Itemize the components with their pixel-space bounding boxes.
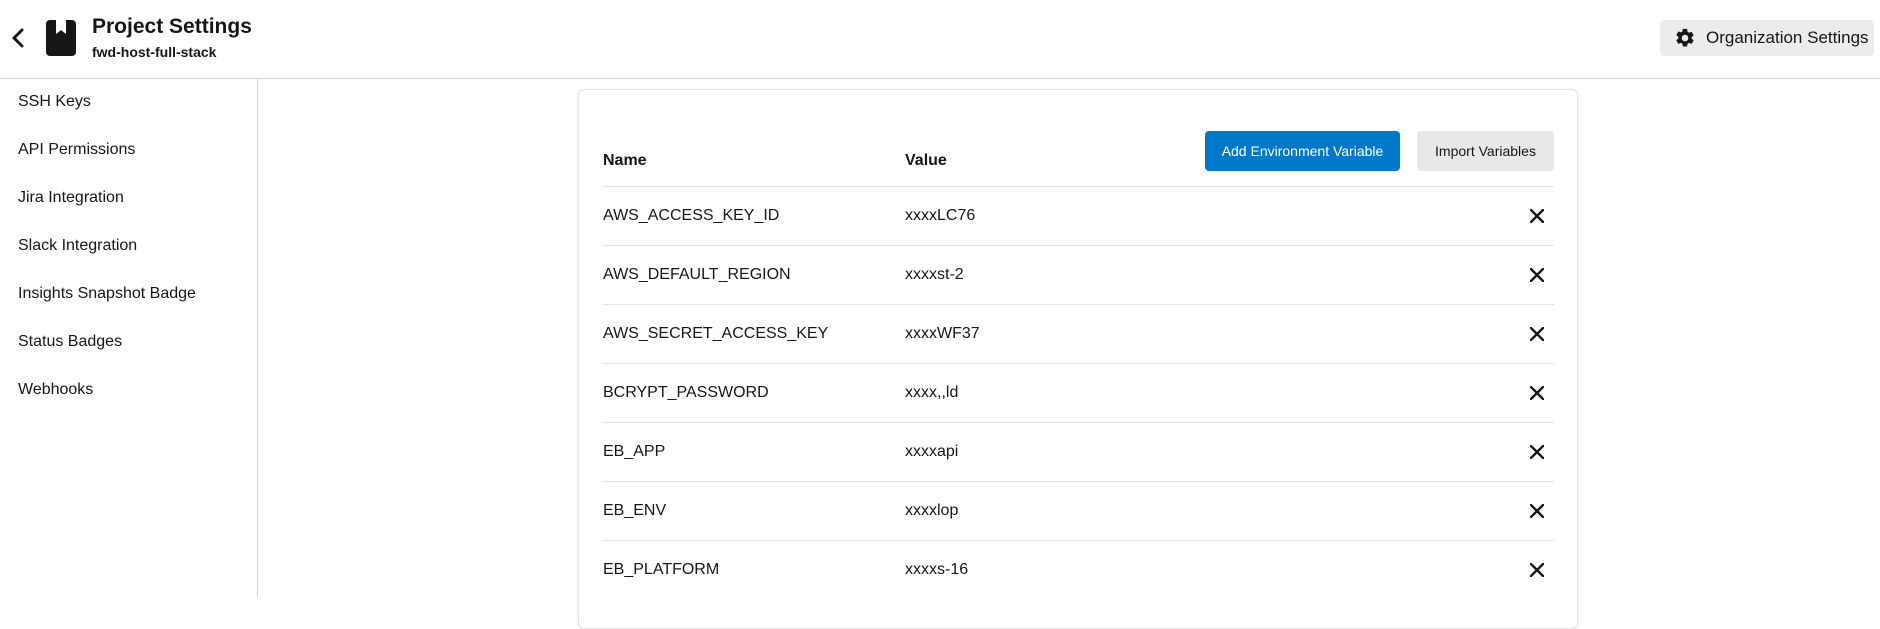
env-var-value: xxxxLC76 <box>905 207 976 224</box>
sidebar-item-api-permissions[interactable]: API Permissions <box>18 141 135 159</box>
back-button[interactable] <box>4 22 32 54</box>
table-row: EB_PLATFORM xxxxs-16 <box>603 540 1554 599</box>
delete-variable-button[interactable] <box>1524 439 1550 465</box>
delete-variable-button[interactable] <box>1524 321 1550 347</box>
table-row: AWS_SECRET_ACCESS_KEY xxxxWF37 <box>603 304 1554 363</box>
delete-variable-button[interactable] <box>1524 380 1550 406</box>
table-row: BCRYPT_PASSWORD xxxx,,ld <box>603 363 1554 422</box>
page-title: Project Settings <box>92 15 252 38</box>
env-var-value: xxxxapi <box>905 443 959 460</box>
top-header: Project Settings fwd-host-full-stack Org… <box>0 0 1880 79</box>
env-var-name: BCRYPT_PASSWORD <box>603 384 769 401</box>
sidebar-item-ssh-keys[interactable]: SSH Keys <box>18 93 91 111</box>
close-icon <box>1530 563 1544 577</box>
gear-icon <box>1676 28 1694 47</box>
table-row: AWS_DEFAULT_REGION xxxxst-2 <box>603 245 1554 304</box>
chevron-left-icon <box>12 28 24 48</box>
env-var-name: EB_PLATFORM <box>603 561 720 578</box>
add-environment-variable-button[interactable]: Add Environment Variable <box>1205 131 1400 171</box>
settings-sidebar: SSH Keys API Permissions Jira Integratio… <box>0 79 258 597</box>
organization-settings-label: Organization Settings <box>1706 28 1869 47</box>
sidebar-item-jira-integration[interactable]: Jira Integration <box>18 189 124 207</box>
env-var-name: AWS_DEFAULT_REGION <box>603 266 791 283</box>
env-var-value: xxxxst-2 <box>905 266 964 283</box>
env-var-name: EB_ENV <box>603 502 667 519</box>
delete-variable-button[interactable] <box>1524 262 1550 288</box>
main-content: Name Value Add Environment Variable Impo… <box>259 79 1880 629</box>
env-var-name: AWS_SECRET_ACCESS_KEY <box>603 325 829 342</box>
column-header-name: Name <box>603 152 647 169</box>
project-name: fwd-host-full-stack <box>92 44 217 60</box>
delete-variable-button[interactable] <box>1524 557 1550 583</box>
sidebar-item-webhooks[interactable]: Webhooks <box>18 381 93 399</box>
close-icon <box>1530 209 1544 223</box>
env-var-value: xxxxWF37 <box>905 325 980 342</box>
sidebar-item-insights-snapshot-badge[interactable]: Insights Snapshot Badge <box>18 285 196 303</box>
close-icon <box>1530 327 1544 341</box>
env-var-name: EB_APP <box>603 443 666 460</box>
env-var-value: xxxxlop <box>905 502 959 519</box>
close-icon <box>1530 445 1544 459</box>
table-row: AWS_ACCESS_KEY_ID xxxxLC76 <box>603 186 1554 245</box>
delete-variable-button[interactable] <box>1524 498 1550 524</box>
close-icon <box>1530 268 1544 282</box>
sidebar-item-status-badges[interactable]: Status Badges <box>18 333 122 351</box>
table-row: EB_ENV xxxxlop <box>603 481 1554 540</box>
env-variables-card: Name Value Add Environment Variable Impo… <box>578 89 1578 629</box>
import-variables-button[interactable]: Import Variables <box>1417 131 1554 171</box>
column-header-value: Value <box>905 152 947 169</box>
sidebar-item-slack-integration[interactable]: Slack Integration <box>18 237 137 255</box>
delete-variable-button[interactable] <box>1524 203 1550 229</box>
env-var-value: xxxxs-16 <box>905 561 969 578</box>
close-icon <box>1530 386 1544 400</box>
close-icon <box>1530 504 1544 518</box>
project-book-icon <box>46 20 76 56</box>
table-row: EB_APP xxxxapi <box>603 422 1554 481</box>
env-var-value: xxxx,,ld <box>905 384 959 401</box>
organization-settings-button[interactable]: Organization Settings <box>1660 20 1874 56</box>
env-var-name: AWS_ACCESS_KEY_ID <box>603 207 780 224</box>
